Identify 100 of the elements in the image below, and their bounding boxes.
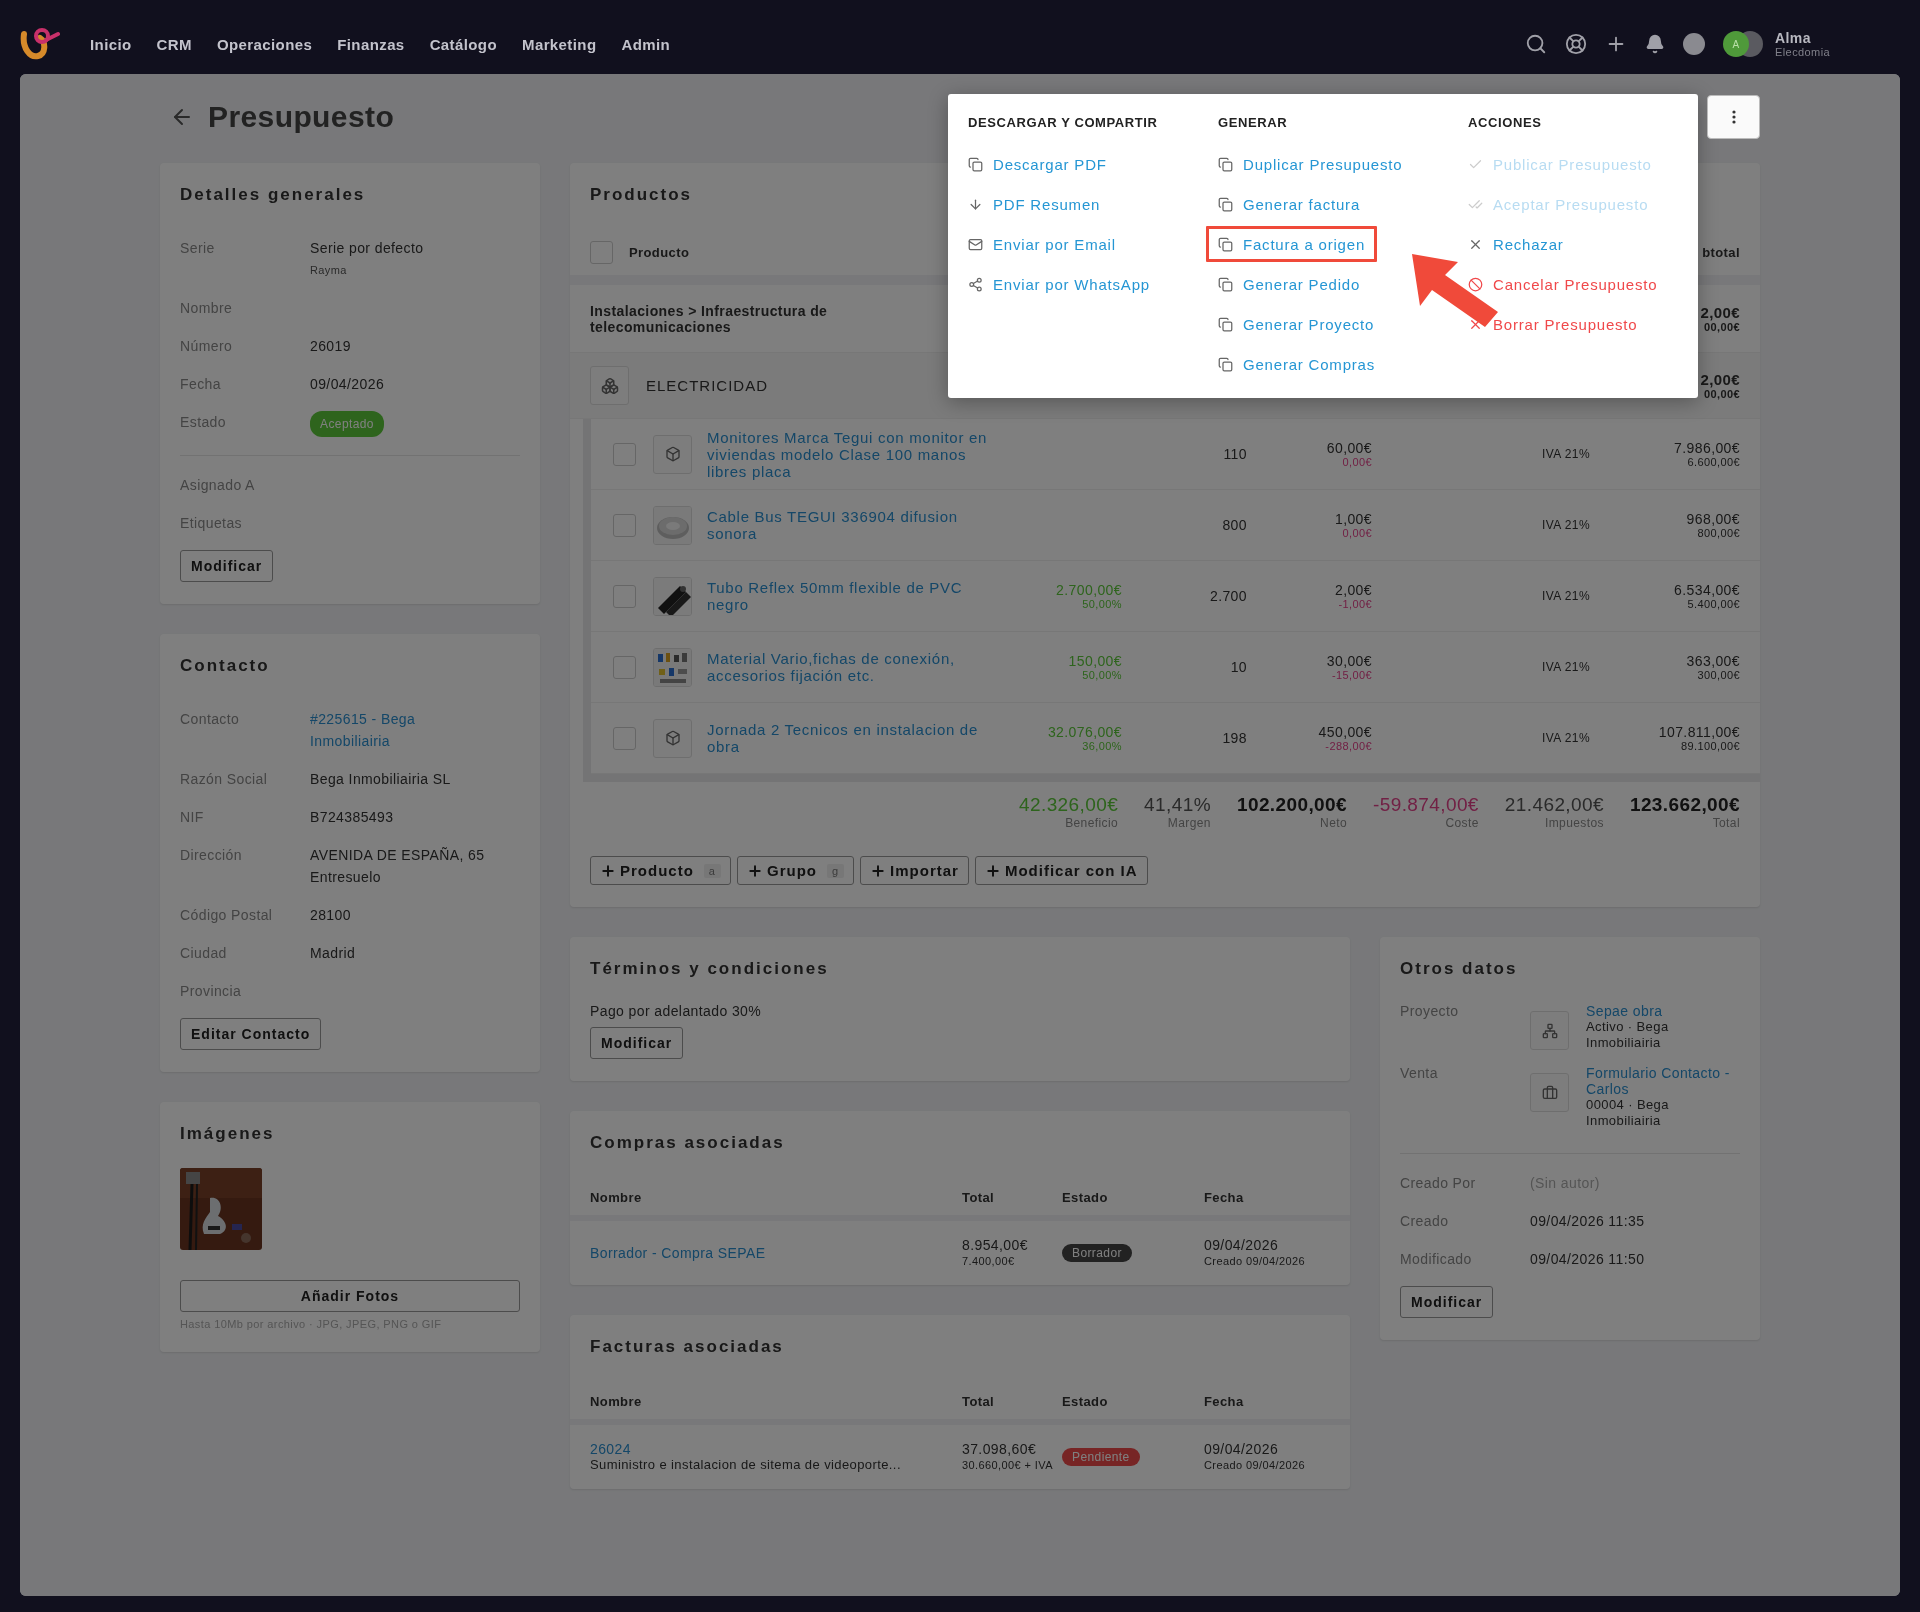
nav-link[interactable]: Operaciones: [216, 35, 313, 53]
created-date: Creado 09/04/2026: [1204, 1458, 1305, 1473]
modify-button[interactable]: Modificar: [1400, 1286, 1494, 1318]
bell-icon[interactable]: [1645, 34, 1666, 54]
record-link[interactable]: Formulario Contacto - Carlos: [1586, 1065, 1740, 1097]
discount: -288,00€: [1325, 740, 1372, 752]
menu-item[interactable]: PDF Resumen: [954, 184, 1115, 224]
user-name: Alma: [1775, 30, 1812, 46]
group-base: 00,00€: [1703, 321, 1740, 333]
tax-rate: IVA 21%: [1541, 447, 1590, 461]
menu-item[interactable]: Generar Compras: [1204, 344, 1390, 384]
record-subtitle: 00004 · Bega Inmobiliairia: [1586, 1097, 1670, 1129]
menu-item[interactable]: Duplicar Presupuesto: [1204, 144, 1417, 184]
status-dot-icon[interactable]: [1683, 33, 1706, 55]
contact-link[interactable]: #225615 - Bega Inmobiliairia: [310, 708, 460, 752]
more-icon: [1731, 110, 1736, 124]
subtotal: 107.811,00€: [1658, 724, 1740, 740]
column-header: Nombre: [590, 1393, 643, 1409]
add-photos-button[interactable]: Añadir Fotos: [180, 1280, 520, 1312]
menu-item[interactable]: Generar factura: [1204, 184, 1375, 224]
menu-item[interactable]: Generar Proyecto: [1204, 304, 1389, 344]
add-button[interactable]: Modificar con IA: [974, 856, 1148, 885]
more-options-button[interactable]: [1707, 95, 1760, 139]
base-amount: 6.600,00€: [1687, 456, 1740, 468]
total-subamount: 30.660,00€ + IVA: [962, 1458, 1053, 1473]
total-value: 123.662,00€: [1629, 794, 1740, 816]
card-title: Detalles generales: [180, 185, 366, 205]
quantity: 800: [1222, 517, 1247, 533]
modify-button[interactable]: Modificar: [180, 550, 274, 582]
total-label: Margen: [1167, 816, 1211, 830]
product-link[interactable]: Tubo Reflex 50mm flexible de PVC negro: [707, 579, 997, 613]
nav-link[interactable]: Inicio: [90, 35, 132, 53]
tax-rate: IVA 21%: [1541, 518, 1590, 532]
subtotal: 363,00€: [1686, 653, 1740, 669]
menu-item[interactable]: Rechazar: [1454, 224, 1578, 264]
quantity: 198: [1222, 730, 1247, 746]
field-label: Código Postal: [180, 906, 274, 925]
menu-heading: GENERAR: [1218, 114, 1288, 132]
tax-rate: IVA 21%: [1541, 731, 1590, 745]
nav-link[interactable]: Marketing: [522, 35, 597, 53]
record-description: Suministro e instalacion de sitema de videoporte...: [590, 1457, 901, 1473]
product-link[interactable]: Material Vario,fichas de conexión, accesorios fijación etc.: [707, 650, 997, 684]
total-value: 42.326,00€: [1019, 794, 1119, 816]
edit-contact-button[interactable]: Editar Contacto: [180, 1018, 322, 1050]
checkbox[interactable]: [613, 442, 636, 466]
menu-item[interactable]: Enviar por WhatsApp: [954, 264, 1164, 304]
checkbox[interactable]: [613, 513, 636, 537]
profit-amount: 150,00€: [1068, 653, 1122, 669]
menu-item[interactable]: Factura a origen: [1204, 224, 1380, 264]
column-header: btotal: [1702, 244, 1740, 260]
download-icon: [968, 196, 983, 212]
menu-heading: DESCARGAR Y COMPARTIR: [968, 114, 1158, 132]
nav-link[interactable]: Catálogo: [429, 35, 497, 53]
user-avatar[interactable]: A: [1723, 31, 1750, 57]
nav-link[interactable]: Finanzas: [337, 35, 405, 53]
record-link[interactable]: Borrador - Compra SEPAE: [590, 1245, 766, 1261]
checkbox[interactable]: [590, 240, 613, 264]
add-button[interactable]: Importar: [860, 856, 969, 885]
status-badge: Borrador: [1062, 1244, 1132, 1262]
lifebuoy-icon[interactable]: [1565, 33, 1588, 55]
copy-icon: [1218, 156, 1233, 172]
nav-link[interactable]: Admin: [621, 35, 671, 53]
menu-item[interactable]: Descargar PDF: [954, 144, 1121, 184]
checkbox[interactable]: [613, 584, 636, 608]
field-label: Número: [180, 337, 234, 356]
record-link[interactable]: Sepae obra: [1586, 1003, 1663, 1019]
column-header: Producto: [629, 244, 690, 260]
product-link[interactable]: Cable Bus TEGUI 336904 difusion sonora: [707, 508, 997, 542]
total-value: 102.200,00€: [1236, 794, 1347, 816]
total-value: 21.462,00€: [1504, 794, 1604, 816]
tax-rate: IVA 21%: [1541, 660, 1590, 674]
total-label: Coste: [1445, 816, 1479, 830]
unit-price: 60,00€: [1326, 440, 1372, 456]
search-icon[interactable]: [1525, 33, 1548, 55]
field-value: 09/04/2026: [310, 375, 385, 394]
subtotal: 968,00€: [1686, 511, 1740, 527]
field-label: Asignado A: [180, 476, 256, 495]
product-link[interactable]: Jornada 2 Tecnicos en instalacion de obra: [707, 721, 997, 755]
menu-item[interactable]: Enviar por Email: [954, 224, 1130, 264]
unit-price: 30,00€: [1326, 653, 1372, 669]
modify-button[interactable]: Modificar: [590, 1027, 684, 1059]
card-title: Imágenes: [180, 1124, 275, 1144]
column-header: Fecha: [1204, 1393, 1245, 1409]
record-link[interactable]: 26024: [590, 1441, 631, 1457]
discount: -15,00€: [1331, 669, 1372, 681]
quantity: 110: [1223, 446, 1247, 462]
logo-icon[interactable]: [20, 26, 60, 62]
product-link[interactable]: Monitores Marca Tegui con monitor en viviendas modelo Clase 100 manos libres placa: [707, 428, 997, 480]
field-value: 09/04/2026 11:50: [1530, 1250, 1646, 1269]
subgroup-total: 2,00€: [1700, 371, 1740, 388]
briefcase-icon: [1530, 1073, 1569, 1112]
checkbox[interactable]: [613, 655, 636, 679]
status-badge: Pendiente: [1062, 1448, 1140, 1466]
add-button[interactable]: Producto a: [590, 856, 731, 885]
checkbox[interactable]: [613, 726, 636, 750]
copy-icon: [1218, 316, 1233, 332]
total-label: Beneficio: [1065, 816, 1119, 830]
menu-item[interactable]: Generar Pedido: [1204, 264, 1375, 304]
nav-link[interactable]: CRM: [156, 35, 192, 53]
copy-icon: [1218, 356, 1233, 372]
